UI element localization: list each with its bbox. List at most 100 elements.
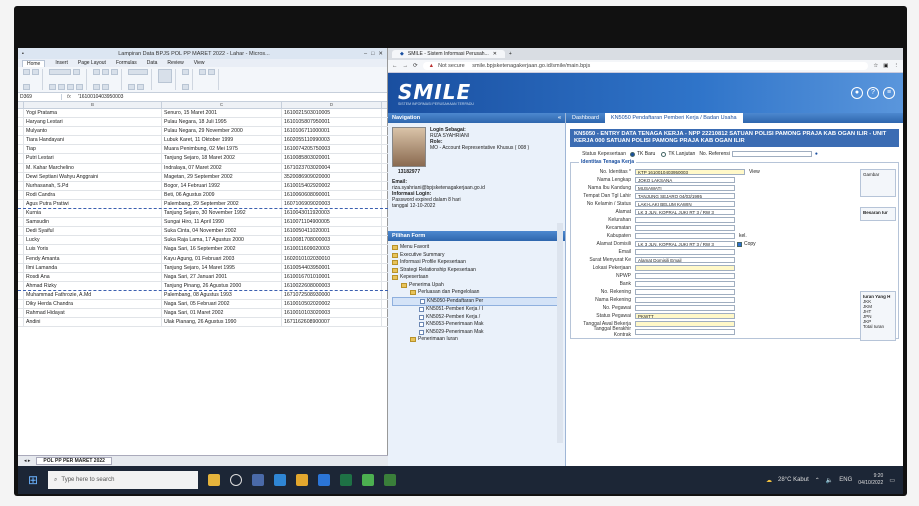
field-input[interactable] [635,265,735,271]
table-cell[interactable]: M. Kahar Marchelino [24,163,162,172]
tab-kn5050[interactable]: KN5050 Pendaftaran Pemberi Kerja / Badan… [604,113,743,123]
copy-icon[interactable] [23,84,30,90]
fx-icon[interactable]: fx [62,94,76,100]
table-cell[interactable]: Rodi Candra [24,190,162,199]
search-ref-icon[interactable]: ● [815,151,818,157]
cortana-icon[interactable] [230,474,242,486]
insert-cells-icon[interactable] [182,69,189,75]
name-box[interactable]: D369 [18,94,62,100]
field-input[interactable] [635,329,735,335]
table-cell[interactable]: Mulyanto [24,127,162,136]
table-cell[interactable]: Pulau Negara, 18 Juli 1995 [162,118,282,127]
field-input[interactable]: MUSAWATI [635,185,735,191]
menu-icon[interactable]: ⋮ [894,63,900,69]
table-cell[interactable]: 1610010103020003 [282,309,382,318]
excel-save-icon[interactable]: ▪ [22,51,24,57]
table-cell[interactable]: 1602010102030010 [282,254,382,263]
table-cell[interactable]: Muhammad Fathrozie, A.Md [24,290,162,299]
status-radio-baru[interactable] [630,151,635,157]
table-cell[interactable]: 1610074205750003 [282,145,382,154]
table-cell[interactable]: Dedi Syaiful [24,227,162,236]
weather-text[interactable]: 28°C Kabut [778,477,809,483]
font-size-select[interactable] [73,69,80,75]
table-cell[interactable]: Kayu Agung, 01 Februari 2003 [162,254,282,263]
star-icon[interactable]: ☆ [873,63,878,69]
table-cell[interactable]: Tanjung Pinang, 26 Agustus 2000 [162,281,282,290]
no-referensi-input[interactable] [731,151,812,157]
comma-icon[interactable] [137,84,144,90]
table-cell[interactable]: Pulau Negara, 29 November 2000 [162,127,282,136]
maximize-icon[interactable]: □ [371,51,374,57]
table-cell[interactable]: Rosdi Ana [24,272,162,281]
align-right-icon[interactable] [111,69,118,75]
table-cell[interactable]: Lucky [24,236,162,245]
volume-icon[interactable]: 🔈 [826,477,833,484]
tab-formulas[interactable]: Formulas [116,60,137,66]
minimize-icon[interactable]: – [364,51,367,57]
styles-icon[interactable] [158,69,172,83]
table-cell[interactable]: Tanjung Sejaro, 18 Maret 2002 [162,154,282,163]
tree-item[interactable]: Penerima Upah [392,282,561,290]
help-icon[interactable]: ? [867,87,879,99]
tree-item[interactable]: KN5053-Penerimaan Mak [392,321,561,329]
field-input[interactable] [635,249,735,255]
italic-icon[interactable] [58,84,65,90]
field-input[interactable] [635,289,735,295]
not-secure-icon[interactable]: ▲ [429,63,434,69]
table-cell[interactable]: 1602055110990003 [282,136,382,145]
tree-item[interactable]: Menu Favorit [392,244,561,252]
table-cell[interactable]: Palembang, 29 September 2002 [162,199,282,209]
windows-start-icon[interactable]: ⊞ [18,473,48,487]
back-icon[interactable]: ← [392,63,398,69]
tree-item[interactable]: KN5029-Penerimaan Mak [392,329,561,337]
close-icon[interactable]: ✕ [378,51,383,57]
browser-tab[interactable]: ◆ SMILE - Sistem Informasi Perusah... ✕ [392,50,505,58]
task-view-icon[interactable] [252,474,264,486]
edge-icon[interactable] [274,474,286,486]
table-cell[interactable]: 1671162608900007 [282,318,382,327]
taskbar-search[interactable]: ⌕ Type here to search [48,471,198,489]
number-format-select[interactable] [128,69,148,75]
fill-color-icon[interactable] [76,84,83,90]
table-cell[interactable]: Tanjung Sejaro, 14 Maret 1995 [162,263,282,272]
underline-icon[interactable] [67,84,74,90]
bold-icon[interactable] [49,84,56,90]
table-cell[interactable]: Yogi Pratama [24,109,162,118]
table-cell[interactable]: Magetan, 29 September 2002 [162,172,282,181]
column-header-c[interactable]: C [162,102,282,108]
align-center-icon[interactable] [102,69,109,75]
store-icon[interactable] [318,474,330,486]
tree-item[interactable]: KN5052-Pemberi Kerja / [392,314,561,322]
new-tab-icon[interactable]: + [509,51,512,57]
hamburger-icon[interactable]: ≡ [883,87,895,99]
field-input[interactable]: LK 3 JLN. KOPRAL JUKI RT 3 / RW 3 [635,241,735,247]
tree-item[interactable]: KN5051-Pemberi Kerja / I [392,306,561,314]
field-input[interactable] [635,233,735,239]
tab-data[interactable]: Data [147,60,158,66]
tree-scrollbar[interactable] [557,223,563,443]
percent-icon[interactable] [128,84,135,90]
table-cell[interactable]: Lubuk Karet, 11 Oktober 1999 [162,136,282,145]
user-icon[interactable]: ● [851,87,863,99]
tab-dashboard[interactable]: Dashboard [566,115,605,121]
table-cell[interactable]: Suka Cinta, 04 November 2002 [162,227,282,236]
table-cell[interactable]: 3520086909020000 [282,172,382,181]
tab-close-icon[interactable]: ✕ [493,51,497,57]
table-cell[interactable]: Kurnia [24,209,162,218]
table-cell[interactable]: 1671072508930000 [282,290,382,299]
status-radio-lanjutan[interactable] [661,151,667,157]
table-cell[interactable]: 1610016701010001 [282,272,382,281]
sort-filter-icon[interactable] [208,69,215,75]
table-cell[interactable]: 1610054403950001 [282,263,382,272]
table-cell[interactable]: Beti, 06 Agustus 2009 [162,190,282,199]
table-cell[interactable]: 1610105807950001 [282,118,382,127]
table-cell[interactable]: 1610010502020002 [282,299,382,309]
table-cell[interactable]: Nurhasanah, S.Pd [24,181,162,190]
forward-icon[interactable]: → [403,63,409,69]
table-cell[interactable]: 1610011609020003 [282,245,382,254]
extensions-icon[interactable]: ▣ [883,63,888,69]
reload-icon[interactable]: ⟳ [413,63,418,69]
table-cell[interactable]: 1671023703020004 [282,163,382,172]
table-cell[interactable]: Muara Penimbung, 02 Mei 1975 [162,145,282,154]
lang-indicator[interactable]: ENG [839,477,852,483]
